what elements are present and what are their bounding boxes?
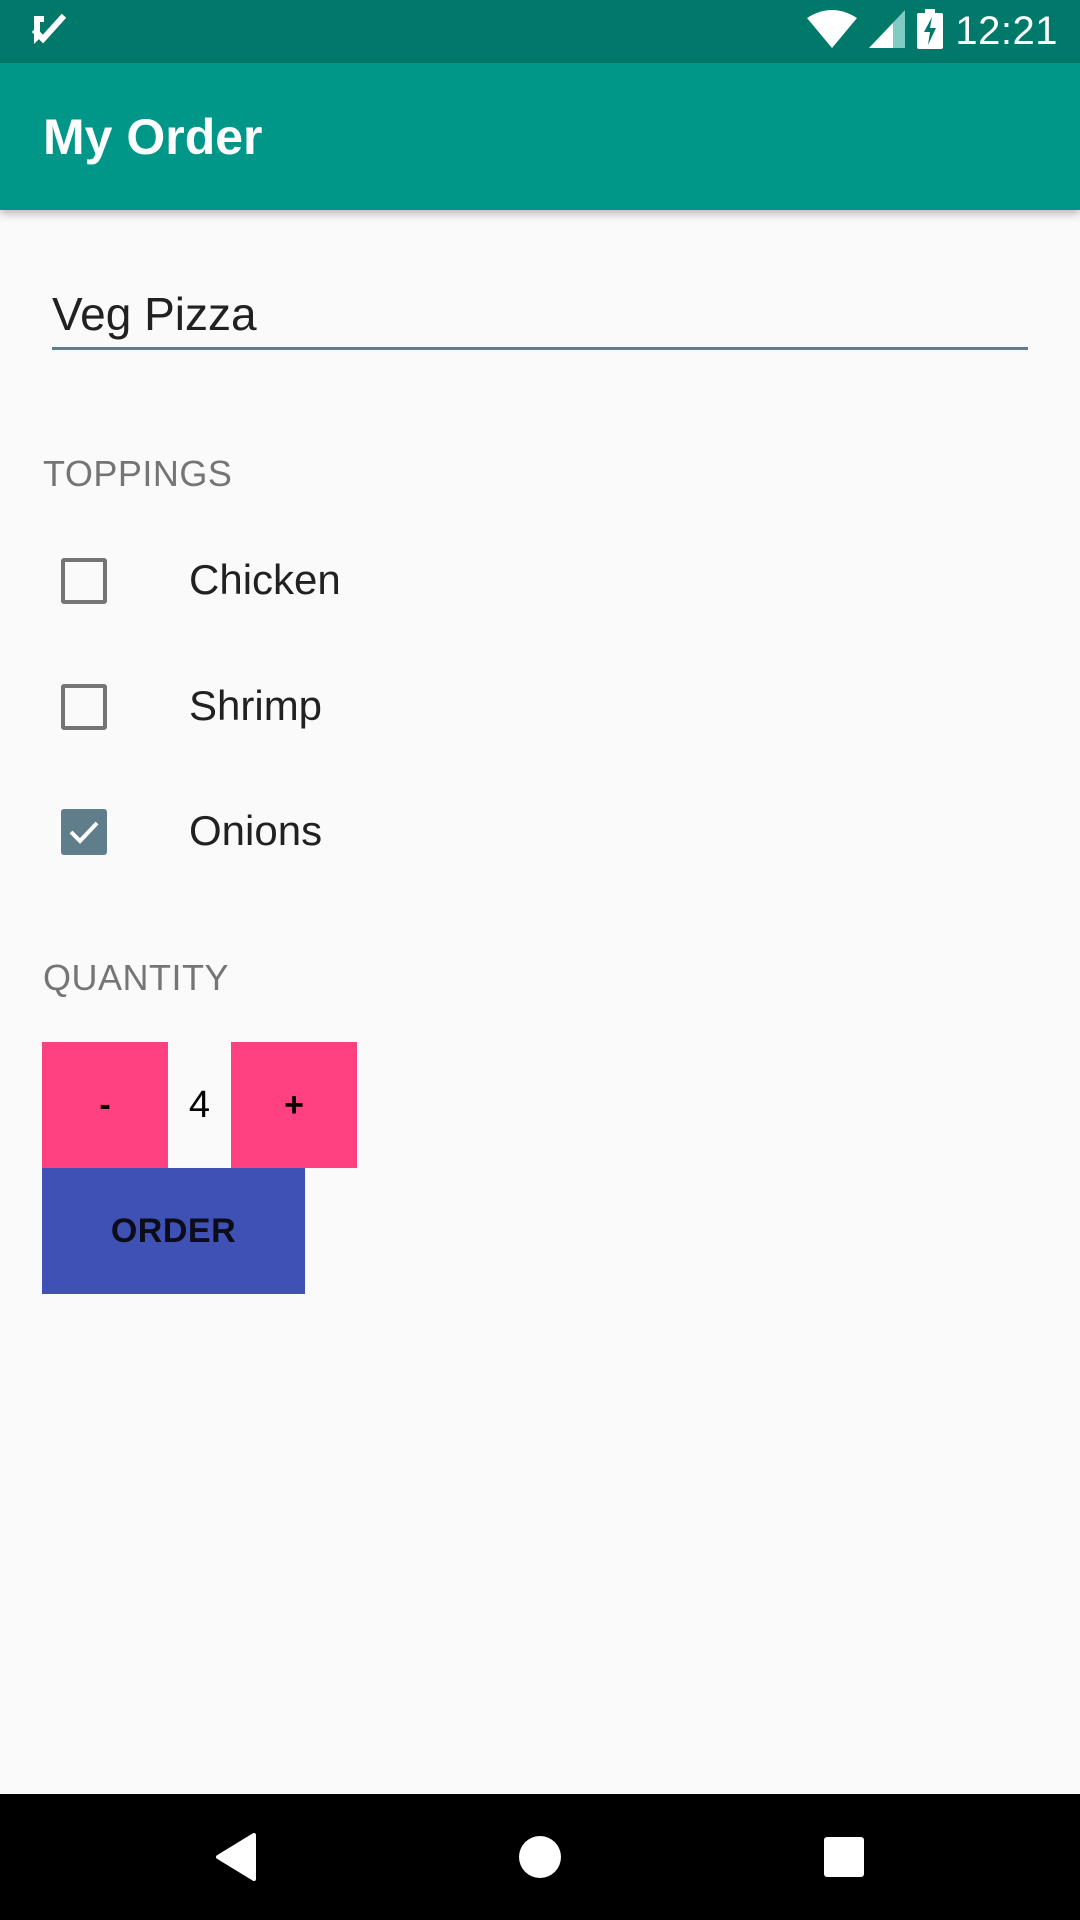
app-title: My Order [43, 109, 263, 165]
topping-chicken-checkbox[interactable] [61, 558, 107, 604]
order-form: TOPPINGS Chicken Shrimp Onions QUANTITY … [0, 210, 1080, 1794]
quantity-heading: QUANTITY [43, 957, 230, 998]
recents-button[interactable] [764, 1794, 924, 1920]
recents-icon [824, 1837, 864, 1877]
topping-chicken-row[interactable]: Chicken [0, 531, 600, 631]
back-icon [216, 1833, 256, 1881]
quantity-value: 4 [188, 1083, 211, 1126]
notification-check-icon [30, 12, 67, 48]
home-button[interactable] [460, 1794, 620, 1920]
navigation-bar [0, 1794, 1080, 1920]
battery-charging-icon [917, 9, 944, 54]
decrement-button[interactable]: - [42, 1042, 168, 1168]
topping-shrimp-label: Shrimp [189, 682, 323, 729]
topping-shrimp-row[interactable]: Shrimp [0, 657, 600, 757]
topping-onions-checkbox[interactable] [61, 809, 107, 855]
topping-shrimp-checkbox[interactable] [61, 684, 107, 730]
status-icons: 12:21 [807, 0, 1058, 63]
item-name-input[interactable] [52, 280, 1028, 350]
wifi-icon [807, 10, 858, 53]
checkmark-icon [69, 821, 99, 844]
status-bar: 12:21 [0, 0, 1080, 63]
order-button[interactable]: ORDER [42, 1168, 305, 1294]
back-button[interactable] [156, 1794, 316, 1920]
increment-button[interactable]: + [231, 1042, 357, 1168]
app-bar: My Order [0, 63, 1080, 210]
topping-onions-row[interactable]: Onions [0, 782, 600, 882]
topping-onions-label: Onions [189, 807, 323, 854]
toppings-heading: TOPPINGS [43, 453, 233, 494]
topping-chicken-label: Chicken [189, 556, 341, 603]
home-icon [519, 1836, 561, 1878]
status-time: 12:21 [955, 9, 1058, 53]
signal-icon [869, 10, 906, 53]
